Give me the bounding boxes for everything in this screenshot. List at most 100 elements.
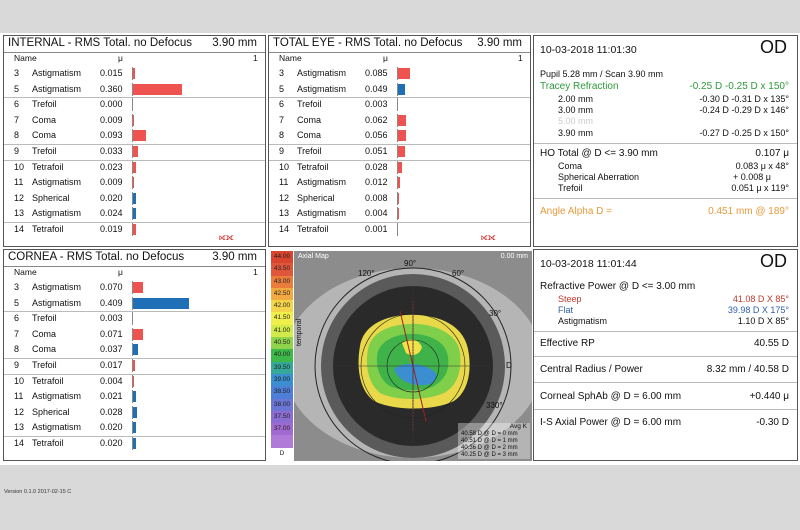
- zernike-index: 13: [14, 422, 25, 433]
- col-name: Name: [14, 53, 37, 63]
- zernike-index: 7: [14, 328, 20, 339]
- is-axial-power-label: I-S Axial Power @ D = 6.00 mm: [540, 417, 682, 428]
- zernike-name: Coma: [297, 114, 322, 125]
- zernike-bar: [398, 208, 399, 220]
- axial-map[interactable]: Axial Map 0.00 mm 90° 120° 60° 30° 330° …: [294, 251, 532, 461]
- zernike-index: 7: [279, 114, 285, 125]
- zernike-name: Tetrafoil: [32, 375, 64, 386]
- row-divider: [269, 159, 530, 161]
- divider: [534, 356, 797, 357]
- glasses-icon[interactable]: ⟖⟗: [481, 232, 503, 242]
- scale-cell: 39.00: [271, 373, 293, 387]
- zernike-value: 0.033: [100, 146, 123, 156]
- zernike-name: Astigmatism: [32, 391, 82, 402]
- angle-30-label: 30°: [489, 309, 502, 318]
- zernike-value: 0.020: [100, 422, 123, 433]
- corneal-sphab-value: +0.440 μ: [749, 391, 789, 402]
- zernike-value: 0.001: [365, 224, 388, 234]
- zernike-name: Tetrafoil: [32, 161, 64, 172]
- zernike-bar: [133, 328, 143, 340]
- eye-label: OD: [760, 37, 787, 57]
- scale-cell: 42.50: [271, 287, 293, 301]
- zernike-name: Astigmatism: [32, 422, 82, 433]
- table-row: 10 Tetrafoil 0.004: [4, 373, 265, 389]
- zernike-value: 0.093: [100, 130, 123, 141]
- zernike-index: 9: [14, 146, 20, 156]
- table-row: 13 Astigmatism 0.004: [269, 206, 530, 221]
- row-divider: [4, 311, 265, 313]
- angle-120-label: 120°: [358, 269, 375, 278]
- avg-k-row: 40.25 D @ D = 3 mm: [461, 452, 518, 458]
- zernike-name: Astigmatism: [32, 297, 82, 308]
- zernike-bar: [133, 297, 189, 309]
- summary-top-panel: 10-03-2018 11:01:30 OD Pupil 5.28 mm / S…: [533, 35, 798, 247]
- is-axial-power-value: -0.30 D: [756, 417, 789, 428]
- zernike-bar: [398, 114, 406, 126]
- zernike-index: 14: [14, 224, 25, 234]
- col-unit: μ: [118, 267, 123, 277]
- divider: [534, 382, 797, 383]
- zernike-bar: [133, 208, 136, 220]
- refractive-power-label: Refractive Power @ D <= 3.00 mm: [540, 281, 696, 292]
- zernike-value: 0.360: [100, 83, 123, 94]
- divider: [534, 198, 797, 199]
- zernike-name: Spherical: [32, 192, 70, 203]
- refr-390mm-value: -0.27 D -0.25 D x 150°: [699, 128, 789, 138]
- table-row: 7 Coma 0.062: [269, 113, 530, 128]
- zernike-bar: [133, 360, 135, 371]
- astigmatism-value: 1.10 D X 85°: [737, 316, 789, 326]
- tracey-refraction-label: Tracey Refraction: [540, 81, 619, 92]
- zernike-name: Astigmatism: [32, 83, 82, 94]
- scale-cell: 41.00: [271, 324, 293, 338]
- central-radius-value: 8.32 mm / 40.58 D: [706, 364, 789, 375]
- zernike-name: Astigmatism: [297, 177, 347, 188]
- zernike-bar: [398, 161, 402, 173]
- zernike-name: Coma: [297, 130, 322, 141]
- effective-rp-value: 40.55 D: [753, 338, 789, 349]
- zernike-index: 9: [14, 360, 20, 370]
- zernike-name: Tetrafoil: [32, 224, 64, 234]
- zernike-value: 0.021: [100, 391, 123, 402]
- table-row: 3 Astigmatism 0.015: [4, 66, 265, 81]
- tracey-refraction-value: -0.25 D -0.25 D x 150°: [689, 81, 789, 92]
- table-row: 8 Coma 0.037: [4, 342, 265, 357]
- glasses-icon[interactable]: ⟖⟗: [219, 232, 241, 242]
- zernike-value: 0.085: [365, 68, 388, 78]
- table-row: 7 Coma 0.071: [4, 327, 265, 342]
- angle-90-label: 90°: [404, 259, 417, 268]
- zernike-value: 0.028: [100, 406, 123, 417]
- version-label: Version 0.1.0 2017-02-15 C: [4, 489, 72, 495]
- exam-datetime: 10-03-2018 11:01:30: [540, 44, 637, 56]
- zernike-value: 0.008: [365, 192, 388, 203]
- zernike-index: 11: [14, 177, 24, 188]
- zernike-index: 9: [279, 146, 285, 156]
- cornea-column-header: Name μ 1: [8, 267, 261, 279]
- col-unit: μ: [383, 53, 388, 63]
- zernike-index: 10: [279, 161, 290, 172]
- zernike-bar: [398, 68, 410, 79]
- col-scale: 1: [253, 267, 258, 277]
- table-row: 9 Trefoil 0.051: [269, 144, 530, 159]
- zernike-value: 0.020: [100, 192, 123, 203]
- zernike-index: 3: [14, 68, 20, 78]
- row-divider: [4, 373, 265, 375]
- table-row: 5 Astigmatism 0.409: [4, 296, 265, 311]
- zernike-name: Astigmatism: [32, 177, 82, 188]
- row-divider: [269, 222, 530, 223]
- zernike-bar: [398, 83, 405, 95]
- eye-label: OD: [760, 251, 787, 271]
- zernike-bar: [133, 224, 136, 235]
- table-row: 10 Tetrafoil 0.023: [4, 159, 265, 175]
- zernike-value: 0.017: [100, 360, 123, 370]
- cornea-title-text: CORNEA - RMS Total. no Defocus: [8, 251, 185, 263]
- zernike-bar: [133, 192, 136, 204]
- zernike-bar: [133, 83, 182, 95]
- table-row: 12 Spherical 0.028: [4, 405, 265, 420]
- zernike-name: Tetrafoil: [297, 224, 329, 234]
- flat-value: 39.98 D X 175°: [727, 305, 789, 315]
- zernike-bar: [133, 344, 138, 356]
- total-eye-value: 3.90 mm: [477, 37, 522, 49]
- zernike-name: Coma: [32, 114, 57, 125]
- scale-cell: 37.00: [271, 423, 293, 436]
- zernike-bar: [133, 282, 143, 293]
